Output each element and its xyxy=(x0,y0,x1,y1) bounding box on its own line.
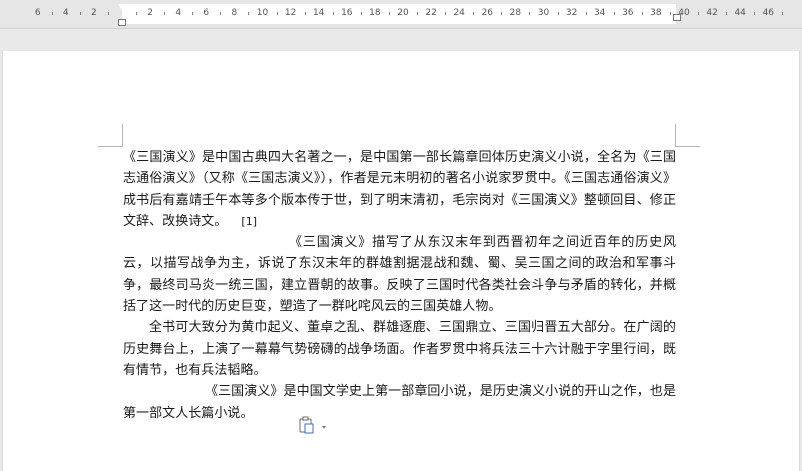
ruler-tick xyxy=(473,12,475,15)
ruler-number: 12 xyxy=(284,8,297,18)
tab-stop-marker[interactable] xyxy=(201,4,209,10)
ruler-tick xyxy=(557,12,559,15)
page-gap xyxy=(0,29,802,51)
ruler-number: 28 xyxy=(509,8,522,18)
ruler-number: 30 xyxy=(537,8,550,18)
paragraph-4: 《三国演义》是中国文学史上第一部章回小说，是历史演义小说的开山之作，也是第一部文… xyxy=(123,384,676,421)
ruler-tick xyxy=(51,12,53,15)
ruler-tick xyxy=(529,12,531,15)
paragraph-2: 《三国演义》描写了从东汉末年到西晋初年之间近百年的历史风云，以描写战争为主，诉说… xyxy=(123,235,676,315)
ruler-number: 36 xyxy=(622,8,634,18)
ruler-tick xyxy=(220,12,222,15)
paragraph-1-text: 《三国演义》是中国古典四大名著之一，是中国第一部长篇章回体历史演义小说，全名为《… xyxy=(123,150,676,229)
ruler-number: 42 xyxy=(706,8,718,18)
ruler-tick xyxy=(445,12,447,15)
ruler-tick xyxy=(698,12,700,15)
ruler-tick xyxy=(726,12,728,15)
crop-mark-top-right-v xyxy=(675,124,676,147)
crop-mark-top-right-h xyxy=(675,146,700,147)
ruler-number: 32 xyxy=(565,8,578,18)
ruler-tick xyxy=(669,12,671,15)
left-indent-marker[interactable] xyxy=(118,19,126,26)
ruler-number: 34 xyxy=(593,8,606,18)
ruler-tick xyxy=(501,12,503,15)
ruler-number: 14 xyxy=(312,8,325,18)
paragraph-1: 《三国演义》是中国古典四大名著之一，是中国第一部长篇章回体历史演义小说，全名为《… xyxy=(123,147,676,232)
ruler-number: 10 xyxy=(256,8,269,18)
ruler-number: 22 xyxy=(425,8,437,18)
first-line-indent-marker[interactable] xyxy=(118,4,126,10)
ruler-number: 46 xyxy=(762,8,775,18)
ruler-number: 18 xyxy=(369,8,381,18)
ruler-tick xyxy=(641,12,643,15)
crop-mark-top-left-h xyxy=(98,146,123,147)
reference-marker[interactable]: [1] xyxy=(241,215,257,228)
ruler-number: 4 xyxy=(175,8,182,18)
ruler-tick xyxy=(754,12,756,15)
ruler-number: 16 xyxy=(341,8,353,18)
ruler-number: 2 xyxy=(147,8,153,18)
ruler-tick xyxy=(304,12,306,15)
ruler-number: 8 xyxy=(231,8,238,18)
ruler-tick xyxy=(276,12,278,15)
right-indent-marker[interactable] xyxy=(673,14,681,21)
paste-options-icon xyxy=(299,416,326,434)
ruler-number: 44 xyxy=(734,8,746,18)
ruler-tick xyxy=(332,12,334,15)
paragraph-3: 全书可大致分为黄巾起义、董卓之乱、群雄逐鹿、三国鼎立、三国归晋五大部分。在广阔的… xyxy=(123,320,676,378)
ruler-number: 26 xyxy=(481,8,494,18)
paste-options-button[interactable] xyxy=(298,416,330,436)
ruler-tick xyxy=(107,12,109,15)
ruler-number: 38 xyxy=(650,8,662,18)
ruler-tick xyxy=(360,12,362,15)
ruler-number: 20 xyxy=(397,8,409,18)
document-body[interactable]: 《三国演义》是中国古典四大名著之一，是中国第一部长篇章回体历史演义小说，全名为《… xyxy=(123,147,676,424)
horizontal-ruler[interactable]: 6 4 2 2 4 6 8 10 12 14 16 18 20 22 24 26 28 30 32 34 36 38 40 4… xyxy=(0,0,802,29)
ruler-number: 2 xyxy=(91,8,97,18)
ruler-tick xyxy=(79,12,81,15)
ruler-tick xyxy=(417,12,419,15)
ruler-tick xyxy=(136,12,138,15)
ruler-tick xyxy=(388,12,390,15)
ruler-number: 24 xyxy=(453,8,465,18)
ruler-tick xyxy=(585,12,587,15)
ruler-tick xyxy=(613,12,615,15)
ruler-tick xyxy=(192,12,194,15)
ruler-tick xyxy=(782,12,784,15)
ruler-tick xyxy=(164,12,166,15)
crop-mark-top-left-v xyxy=(122,124,123,147)
ruler-number: 4 xyxy=(62,8,69,18)
ruler-number: 6 xyxy=(34,8,41,18)
ruler-tick xyxy=(248,12,250,15)
